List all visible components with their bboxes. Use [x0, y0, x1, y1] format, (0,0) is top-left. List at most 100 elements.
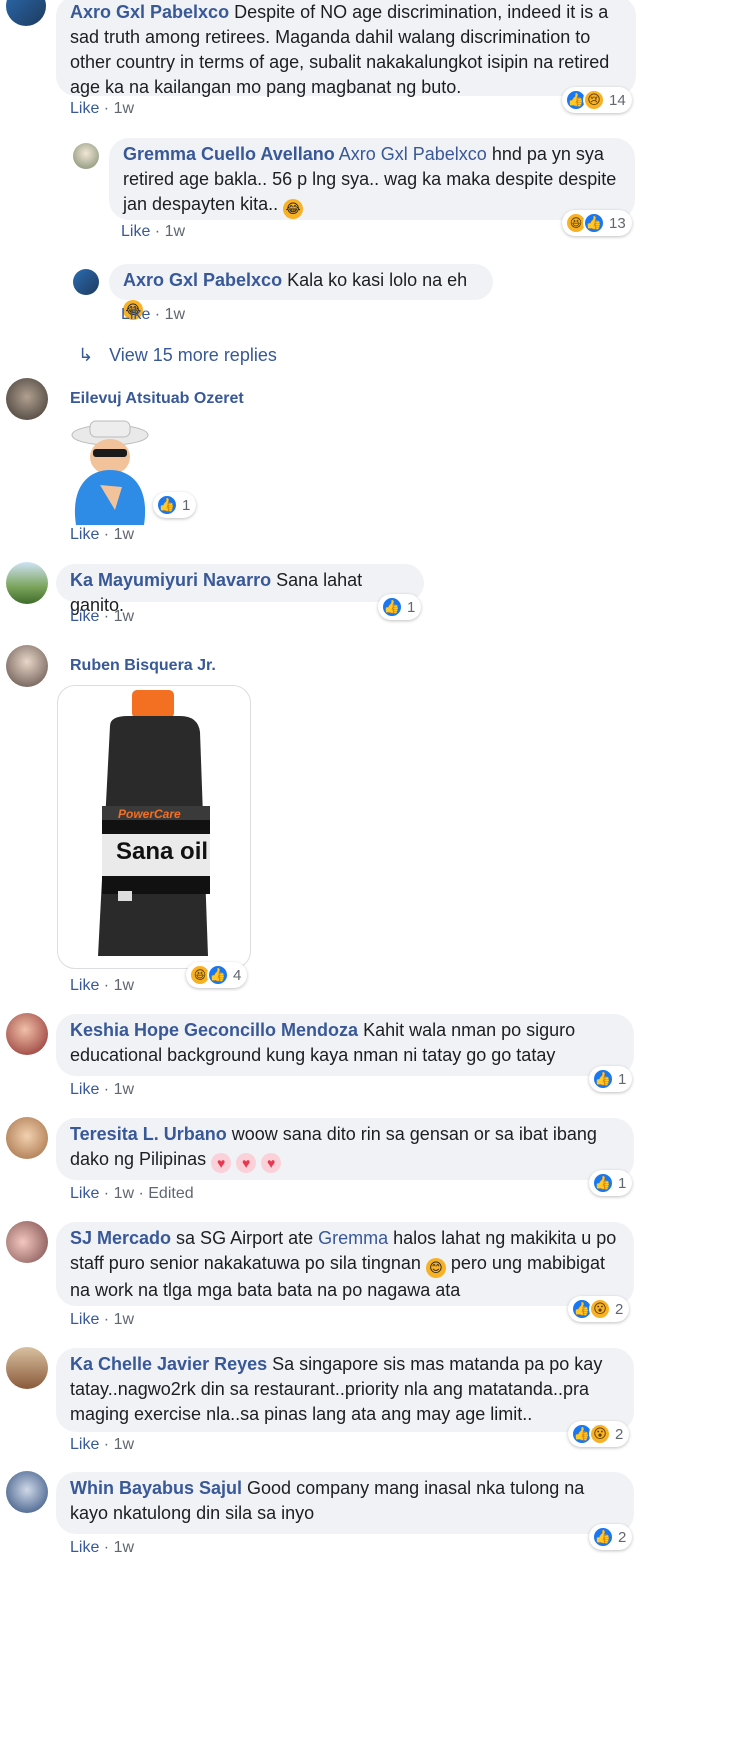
timestamp[interactable]: 1w — [114, 1311, 134, 1328]
avatar[interactable] — [6, 562, 48, 604]
comment-meta: Like · 1w — [70, 977, 135, 994]
timestamp[interactable]: 1w — [165, 223, 185, 240]
reaction-summary[interactable]: 👍 1 — [378, 594, 422, 620]
mention-link[interactable]: Gremma — [318, 1228, 388, 1248]
reaction-summary[interactable]: 😆 👍 13 — [562, 210, 632, 236]
comment-bubble: Teresita L. Urbano woow sana dito rin sa… — [56, 1118, 634, 1180]
like-reaction-icon: 👍 — [207, 964, 229, 986]
comment-bubble: Axro Gxl Pabelxco Despite of NO age disc… — [56, 0, 636, 97]
comment-meta: Like · 1w — [70, 1311, 135, 1328]
commenter-name[interactable]: Gremma Cuello Avellano — [123, 144, 335, 164]
timestamp[interactable]: 1w — [114, 977, 134, 994]
like-button[interactable]: Like — [121, 223, 150, 240]
like-reaction-icon: 👍 — [156, 494, 178, 516]
like-reaction-icon: 👍 — [592, 1526, 614, 1548]
laughing-emoji-icon: 😂 — [283, 199, 304, 219]
smiling-emoji-icon: 😊 — [425, 1258, 446, 1278]
reaction-summary[interactable]: 👍 2 — [589, 1524, 633, 1550]
comment-bubble: Ka Mayumiyuri Navarro Sana lahat ganito. — [56, 564, 424, 615]
comment-text: Kala ko kasi lolo na eh — [282, 270, 468, 290]
comment-meta: Like · 1w — [70, 526, 135, 543]
comment-bubble: SJ Mercado sa SG Airport ate Gremma halo… — [56, 1222, 634, 1306]
reaction-summary[interactable]: 👍 1 — [589, 1066, 633, 1092]
like-reaction-icon: 👍 — [583, 212, 605, 234]
avatar[interactable] — [6, 1117, 48, 1159]
timestamp[interactable]: 1w — [114, 1081, 134, 1098]
like-button[interactable]: Like — [70, 1311, 99, 1328]
heart-emoji-icon: ♥ — [261, 1153, 282, 1173]
like-button[interactable]: Like — [70, 1539, 99, 1556]
like-button[interactable]: Like — [70, 1185, 99, 1202]
timestamp[interactable]: 1w — [165, 306, 185, 323]
sticker-image — [60, 415, 160, 525]
commenter-name[interactable]: Axro Gxl Pabelxco — [70, 2, 229, 22]
commenter-name[interactable]: Keshia Hope Geconcillo Mendoza — [70, 1020, 358, 1040]
wow-reaction-icon: 😮 — [589, 1423, 611, 1445]
avatar[interactable] — [6, 645, 48, 687]
like-button[interactable]: Like — [70, 1436, 99, 1453]
commenter-name[interactable]: SJ Mercado — [70, 1228, 171, 1248]
heart-emoji-icon: ♥ — [211, 1153, 232, 1173]
like-button[interactable]: Like — [70, 526, 99, 543]
commenter-name[interactable]: Ruben Bisquera Jr. — [70, 657, 216, 675]
comment-meta: Like · 1w — [70, 1081, 135, 1098]
avatar[interactable] — [6, 0, 46, 26]
comment-meta: Like · 1w — [70, 608, 135, 625]
comment-meta: Like · 1w — [70, 1539, 135, 1556]
timestamp[interactable]: 1w — [114, 1436, 134, 1453]
comment-bubble: Ka Chelle Javier Reyes Sa singapore sis … — [56, 1348, 634, 1432]
reply-arrow-icon: ↳ — [78, 345, 94, 365]
timestamp[interactable]: 1w — [114, 608, 134, 625]
like-button[interactable]: Like — [70, 977, 99, 994]
product-label: Sana oil — [116, 838, 209, 865]
commenter-name[interactable]: Whin Bayabus Sajul — [70, 1478, 242, 1498]
timestamp[interactable]: 1w — [114, 526, 134, 543]
avatar[interactable] — [6, 1013, 48, 1055]
reaction-summary[interactable]: 😆 👍 4 — [186, 962, 248, 988]
heart-emoji-icon: ♥ — [236, 1153, 257, 1173]
timestamp[interactable]: 1w — [114, 1539, 134, 1556]
comment-meta: Like · 1w — [70, 100, 135, 117]
commenter-name[interactable]: Teresita L. Urbano — [70, 1124, 227, 1144]
view-more-replies-link[interactable]: ↳ View 15 more replies — [78, 345, 277, 366]
reaction-summary[interactable]: 👍 😮 2 — [568, 1296, 630, 1322]
sad-reaction-icon: 😢 — [583, 89, 605, 111]
comment-text: sa SG Airport ate — [171, 1228, 319, 1248]
avatar[interactable] — [73, 269, 99, 295]
avatar[interactable] — [6, 378, 48, 420]
comment-meta: Like · 1w · Edited — [70, 1185, 194, 1202]
reaction-summary[interactable]: 👍 😮 2 — [568, 1421, 630, 1447]
timestamp[interactable]: 1w — [114, 100, 134, 117]
like-button[interactable]: Like — [70, 1081, 99, 1098]
edited-label: · Edited — [134, 1185, 194, 1202]
comment-meta: Like · 1w — [121, 223, 186, 240]
mention-link[interactable]: Axro Gxl Pabelxco — [339, 144, 487, 164]
avatar[interactable] — [73, 143, 99, 169]
like-reaction-icon: 👍 — [592, 1068, 614, 1090]
reaction-summary[interactable]: 👍 1 — [589, 1170, 633, 1196]
commenter-name[interactable]: Axro Gxl Pabelxco — [123, 270, 282, 290]
avatar[interactable] — [6, 1347, 48, 1389]
like-button[interactable]: Like — [70, 608, 99, 625]
reply-bubble: Axro Gxl Pabelxco Kala ko kasi lolo na e… — [109, 264, 493, 320]
reaction-summary[interactable]: 👍 1 — [153, 492, 197, 518]
timestamp[interactable]: 1w — [114, 1185, 134, 1202]
comment-meta: Like · 1w — [121, 306, 186, 323]
like-reaction-icon: 👍 — [592, 1172, 614, 1194]
commenter-name[interactable]: Eilevuj Atsituab Ozeret — [70, 390, 244, 408]
commenter-name[interactable]: Ka Mayumiyuri Navarro — [70, 570, 271, 590]
avatar[interactable] — [6, 1221, 48, 1263]
like-button[interactable]: Like — [70, 100, 99, 117]
product-brand: PowerCare — [118, 807, 181, 821]
commenter-name[interactable]: Ka Chelle Javier Reyes — [70, 1354, 267, 1374]
like-reaction-icon: 👍 — [381, 596, 403, 618]
like-button[interactable]: Like — [121, 306, 150, 323]
reply-bubble: Gremma Cuello Avellano Axro Gxl Pabelxco… — [109, 138, 635, 220]
wow-reaction-icon: 😮 — [589, 1298, 611, 1320]
comment-meta: Like · 1w — [70, 1436, 135, 1453]
avatar[interactable] — [6, 1471, 48, 1513]
reaction-summary[interactable]: 👍 😢 14 — [562, 87, 632, 113]
comment-image[interactable]: PowerCare Sana oil — [57, 685, 251, 969]
comment-bubble: Whin Bayabus Sajul Good company mang ina… — [56, 1472, 634, 1534]
comment-bubble: Keshia Hope Geconcillo Mendoza Kahit wal… — [56, 1014, 634, 1076]
